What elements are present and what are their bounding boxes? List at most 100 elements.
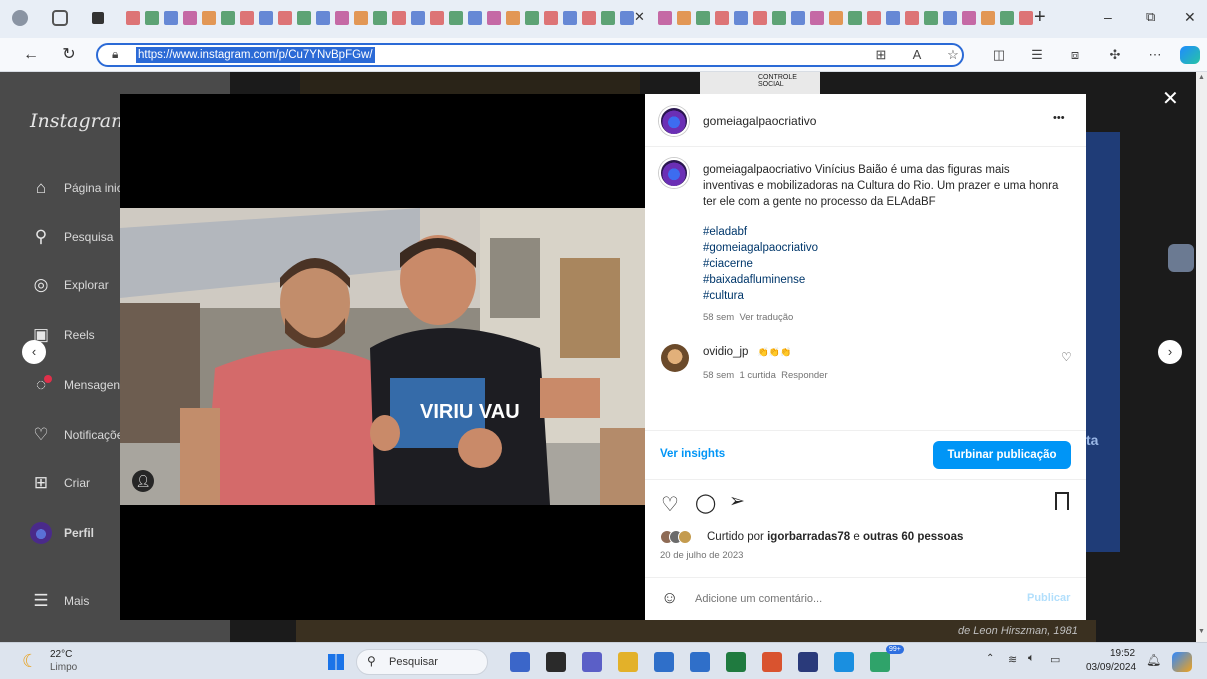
browser-tab[interactable] [848,11,862,25]
browser-tab[interactable] [924,11,938,25]
view-insights-link[interactable]: Ver insights [660,448,725,460]
browser-tab[interactable] [145,11,159,25]
restore-button[interactable]: ⧉ [1146,9,1155,25]
nav-profile[interactable]: Perfil [30,520,94,546]
browser-tab[interactable] [563,11,577,25]
app-available-icon[interactable]: ⊞ [872,46,890,64]
browser-tab[interactable] [335,11,349,25]
browser-tab[interactable] [829,11,843,25]
next-post-button[interactable]: › [1158,340,1182,364]
taskbar-app-icon[interactable] [582,652,602,672]
browser-tab[interactable] [1000,11,1014,25]
hashtag[interactable]: #gomeiagalpaocriativo [703,240,818,256]
collections-icon[interactable]: ⧈ [1066,46,1084,64]
split-screen-icon[interactable]: ◫ [990,46,1008,64]
url-text[interactable]: https://www.instagram.com/p/Cu7YNvBpFGw/ [136,47,375,63]
browser-tab[interactable] [487,11,501,25]
lock-icon[interactable]: 🔒︎ [112,47,118,62]
hashtag[interactable]: #ciacerne [703,256,818,272]
liked-user[interactable]: igorbarradas78 [767,531,850,543]
browser-tab[interactable] [411,11,425,25]
taskbar-app-icon[interactable] [726,652,746,672]
browser-tab[interactable] [1019,11,1033,25]
profile-icon[interactable] [12,10,28,26]
scroll-up-arrow[interactable]: ▲ [1198,74,1205,81]
author-username[interactable]: gomeiagalpaocriativo [703,114,816,128]
comment-input[interactable] [693,590,993,608]
browser-tab[interactable] [373,11,387,25]
emoji-icon[interactable]: ☺ [661,588,678,608]
browser-tab[interactable] [867,11,881,25]
back-arrow-icon[interactable]: ← [20,44,42,66]
wifi-icon[interactable]: ≋ [1008,653,1017,666]
close-window-button[interactable]: ✕ [1184,9,1196,26]
browser-tab[interactable] [278,11,292,25]
browser-tab[interactable] [620,11,634,25]
taskbar-app-icon[interactable] [510,652,530,672]
taskbar-app-icon[interactable] [618,652,638,672]
battery-icon[interactable]: ▭ [1050,653,1060,666]
more-menu-icon[interactable]: ⋯ [1146,46,1164,64]
browser-tab[interactable] [791,11,805,25]
hashtag[interactable]: #baixadafluminense [703,272,818,288]
nav-messages[interactable]: ◌ Mensagens [30,372,126,398]
browser-tab[interactable] [715,11,729,25]
browser-tab[interactable] [506,11,520,25]
copilot-taskbar-icon[interactable] [1172,652,1192,672]
refresh-icon[interactable]: ↻ [58,44,80,66]
browser-tab[interactable] [392,11,406,25]
notifications-bell-icon[interactable]: 🔔︎ [1146,653,1161,667]
nav-search[interactable]: ⚲ Pesquisa [30,224,114,250]
caption-username[interactable]: gomeiagalpaocriativo [703,164,812,176]
browser-tab[interactable] [468,11,482,25]
browser-tab[interactable] [297,11,311,25]
reply-link[interactable]: Responder [781,370,827,381]
browser-tab[interactable] [772,11,786,25]
browser-tab[interactable] [582,11,596,25]
like-heart-icon[interactable]: ♡ [661,492,679,517]
taskbar-app-icon[interactable] [690,652,710,672]
taskbar-app-icon[interactable] [762,652,782,672]
liker-avatars[interactable] [660,530,692,547]
volume-icon[interactable]: 🔈︎ [1028,652,1035,665]
prev-post-button[interactable]: ‹ [22,340,46,364]
new-tab-button[interactable]: + [1034,6,1046,29]
translate-link[interactable]: Ver tradução [739,312,793,323]
browser-tab[interactable] [183,11,197,25]
taskbar-app-icon[interactable] [870,652,890,672]
browser-tab[interactable] [164,11,178,25]
more-options-icon[interactable]: ••• [1053,112,1065,124]
nav-more[interactable]: ☰ Mais [30,588,89,614]
browser-tab[interactable] [240,11,254,25]
scroll-down-arrow[interactable]: ▼ [1198,628,1205,635]
browser-tab[interactable] [525,11,539,25]
browser-tab[interactable] [658,11,672,25]
share-send-icon[interactable]: ➢ [729,490,745,513]
show-hidden-icons[interactable]: ⌃ [986,653,994,664]
browser-tab[interactable] [221,11,235,25]
close-modal-icon[interactable]: ✕ [1162,86,1179,111]
taskbar-app-icon[interactable] [654,652,674,672]
weather-desc[interactable]: Limpo [50,662,77,673]
browser-tab[interactable] [202,11,216,25]
liked-others[interactable]: outras 60 pessoas [863,531,963,543]
browser-tab[interactable] [601,11,615,25]
comment-likes[interactable]: 1 curtida [739,370,775,381]
browser-tab[interactable] [943,11,957,25]
comment-bubble-icon[interactable]: ◯ [695,492,716,515]
taskbar-app-icon[interactable] [798,652,818,672]
tab-actions-icon[interactable] [92,12,104,24]
browser-tab[interactable] [962,11,976,25]
hashtag[interactable]: #cultura [703,288,818,304]
favorite-star-icon[interactable]: ☆ [944,46,962,64]
commenter-avatar[interactable] [661,344,689,372]
nav-explore[interactable]: ◎ Explorar [30,272,109,298]
browser-tab[interactable] [430,11,444,25]
browser-tab[interactable] [981,11,995,25]
hashtag[interactable]: #eladabf [703,224,818,240]
comment-username[interactable]: ovidio_jp [703,346,748,358]
browser-tab[interactable] [354,11,368,25]
browser-tab[interactable] [696,11,710,25]
weather-moon-icon[interactable]: ☾ [22,651,38,672]
nav-notifications[interactable]: ♡ Notificações [30,422,129,448]
